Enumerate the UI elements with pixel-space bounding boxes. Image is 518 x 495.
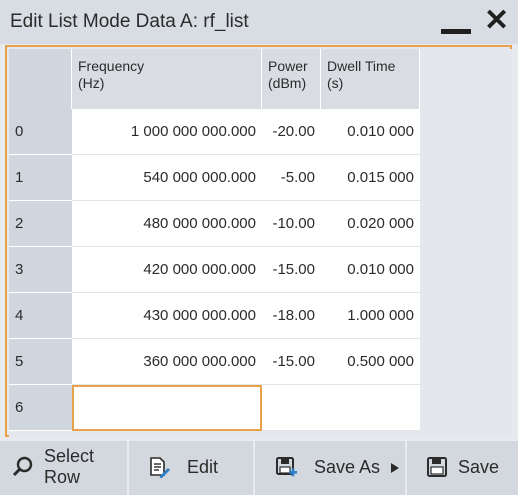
table-row[interactable]: 1 540 000 000.000 -5.00 0.015 000 bbox=[9, 155, 420, 201]
dwell-cell[interactable]: 0.500 000 bbox=[321, 339, 420, 385]
save-as-label: Save As bbox=[314, 457, 381, 477]
table-row[interactable]: 0 1 000 000 000.000 -20.00 0.010 000 bbox=[9, 109, 420, 155]
power-cell[interactable]: -15.00 bbox=[262, 247, 321, 293]
frequency-cell[interactable]: 1 000 000 000.000 bbox=[72, 109, 262, 155]
power-cell[interactable]: -18.00 bbox=[262, 293, 321, 339]
header-dwell-time[interactable]: Dwell Time (s) bbox=[321, 49, 420, 109]
edit-document-icon bbox=[150, 457, 170, 478]
frequency-cell[interactable]: 430 000 000.000 bbox=[72, 293, 262, 339]
table-empty-area bbox=[420, 49, 512, 437]
dwell-cell[interactable] bbox=[321, 385, 420, 431]
save-as-icon bbox=[276, 457, 297, 477]
header-dwell-label: Dwell Time (s) bbox=[327, 58, 396, 91]
header-power[interactable]: Power (dBm) bbox=[262, 49, 321, 109]
frequency-input[interactable] bbox=[72, 385, 262, 431]
bottom-toolbar: Select Row Edit Save As Save bbox=[0, 441, 518, 495]
close-icon[interactable]: ✕ bbox=[484, 6, 509, 36]
table-row[interactable]: 3 420 000 000.000 -15.00 0.010 000 bbox=[9, 247, 420, 293]
power-cell[interactable]: -15.00 bbox=[262, 339, 321, 385]
minimize-icon[interactable] bbox=[441, 14, 471, 36]
row-index[interactable]: 3 bbox=[9, 247, 72, 293]
power-cell[interactable]: -10.00 bbox=[262, 201, 321, 247]
edit-button[interactable]: Edit bbox=[129, 441, 253, 495]
triangle-right-icon bbox=[391, 463, 399, 473]
row-index[interactable]: 2 bbox=[9, 201, 72, 247]
frequency-cell[interactable]: 540 000 000.000 bbox=[72, 155, 262, 201]
header-frequency-label: Frequency (Hz) bbox=[78, 58, 145, 91]
row-index[interactable]: 0 bbox=[9, 109, 72, 155]
edit-list-dialog: Edit List Mode Data A: rf_list ✕ Frequen… bbox=[0, 0, 518, 495]
frequency-cell[interactable]: 360 000 000.000 bbox=[72, 339, 262, 385]
frequency-cell[interactable]: 420 000 000.000 bbox=[72, 247, 262, 293]
table-row[interactable]: 2 480 000 000.000 -10.00 0.020 000 bbox=[9, 201, 420, 247]
select-row-label: Select Row bbox=[44, 446, 95, 487]
dialog-titlebar: Edit List Mode Data A: rf_list ✕ bbox=[0, 0, 518, 44]
table-row[interactable]: 4 430 000 000.000 -18.00 1.000 000 bbox=[9, 293, 420, 339]
list-table-frame: Frequency (Hz) Power (dBm) Dwell Time (s… bbox=[5, 45, 512, 437]
table-row-new[interactable]: 6 bbox=[9, 385, 420, 431]
power-cell[interactable] bbox=[262, 385, 321, 431]
search-icon bbox=[12, 456, 33, 477]
row-index[interactable]: 4 bbox=[9, 293, 72, 339]
frequency-cell[interactable]: 480 000 000.000 bbox=[72, 201, 262, 247]
save-as-button[interactable]: Save As bbox=[255, 441, 405, 495]
row-index[interactable]: 1 bbox=[9, 155, 72, 201]
power-cell[interactable]: -5.00 bbox=[262, 155, 321, 201]
row-index[interactable]: 6 bbox=[9, 385, 72, 431]
edit-label: Edit bbox=[187, 457, 219, 477]
header-power-label: Power (dBm) bbox=[268, 58, 308, 91]
save-label: Save bbox=[458, 457, 500, 477]
dwell-cell[interactable]: 0.015 000 bbox=[321, 155, 420, 201]
list-table: Frequency (Hz) Power (dBm) Dwell Time (s… bbox=[9, 49, 512, 437]
save-button[interactable]: Save bbox=[407, 441, 518, 495]
header-index bbox=[9, 49, 72, 109]
power-cell[interactable]: -20.00 bbox=[262, 109, 321, 155]
dialog-title: Edit List Mode Data A: rf_list bbox=[10, 11, 249, 32]
dwell-cell[interactable]: 0.010 000 bbox=[321, 109, 420, 155]
select-row-button[interactable]: Select Row bbox=[0, 441, 127, 495]
header-frequency[interactable]: Frequency (Hz) bbox=[72, 49, 262, 109]
save-icon bbox=[427, 457, 447, 477]
dwell-cell[interactable]: 1.000 000 bbox=[321, 293, 420, 339]
dwell-cell[interactable]: 0.020 000 bbox=[321, 201, 420, 247]
table-row[interactable]: 5 360 000 000.000 -15.00 0.500 000 bbox=[9, 339, 420, 385]
dwell-cell[interactable]: 0.010 000 bbox=[321, 247, 420, 293]
row-index[interactable]: 5 bbox=[9, 339, 72, 385]
